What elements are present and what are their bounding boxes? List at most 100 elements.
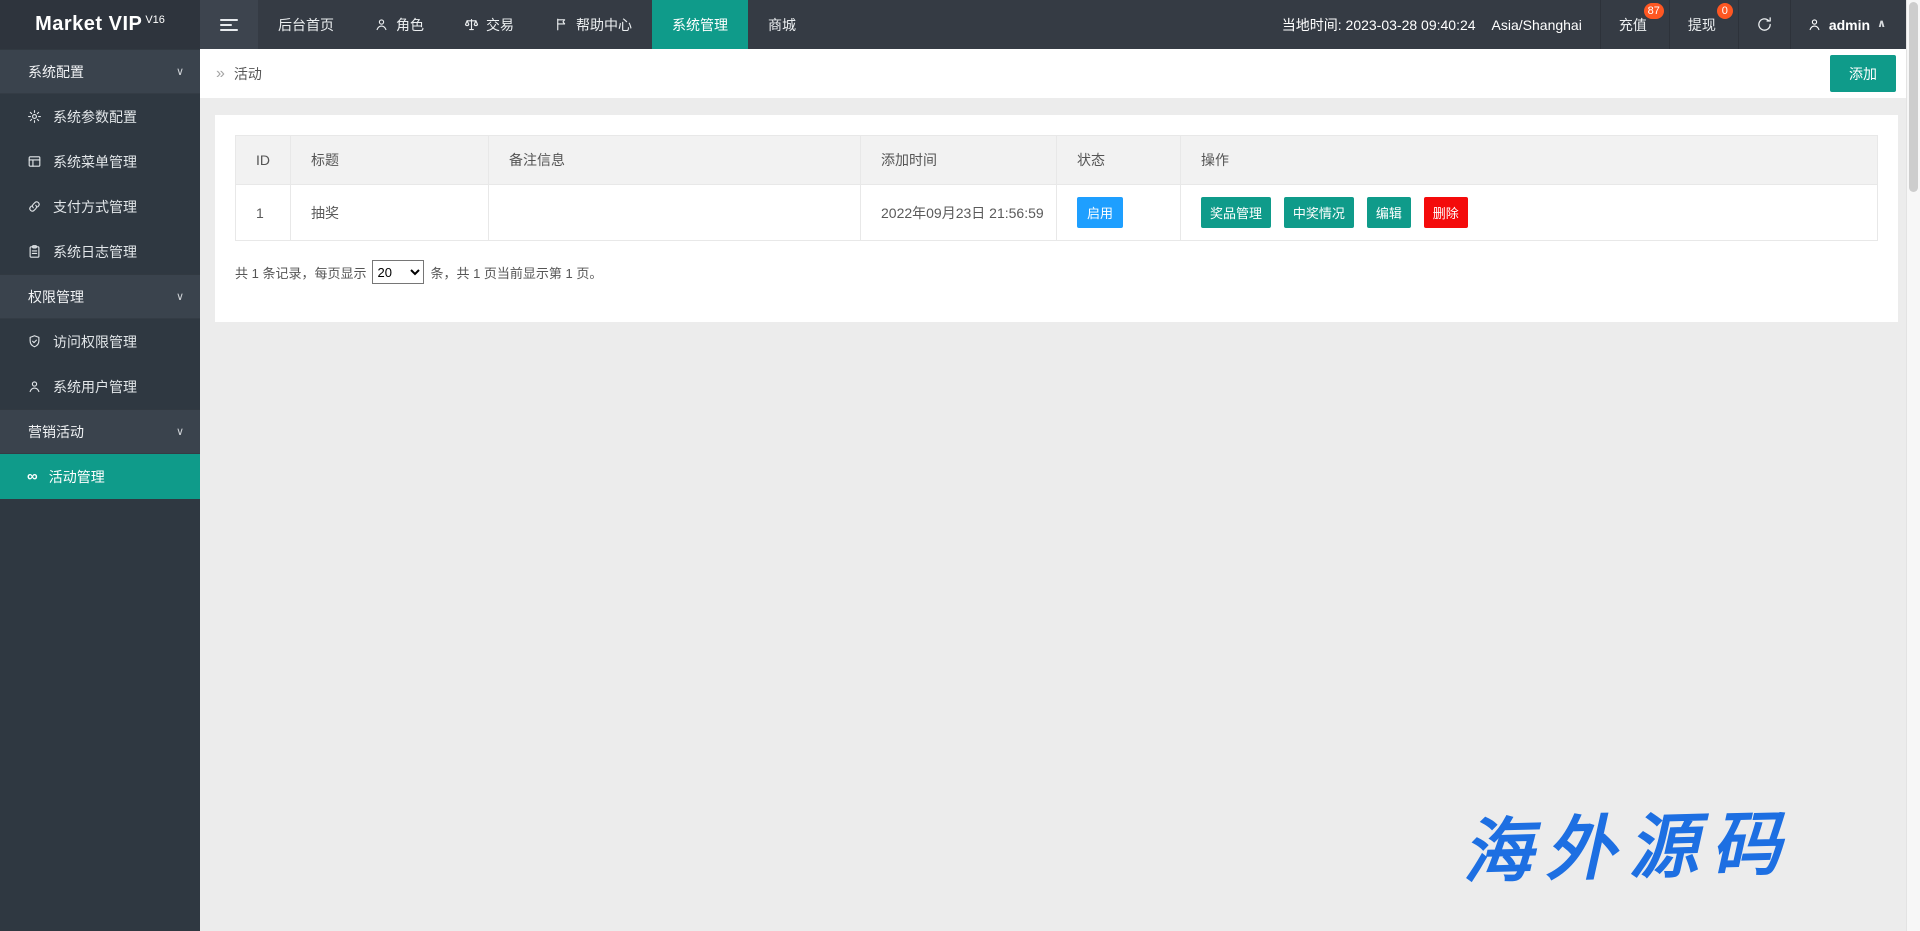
col-header-remark: 备注信息 [489, 136, 861, 185]
main-content: » 活动 添加 ID 标题 备注信息 添加时间 状态 操作 [200, 49, 1906, 322]
sidebar-item-activity-management[interactable]: ∞ 活动管理 [0, 454, 200, 499]
top-navbar: Market VIP V16 后台首页 角色 交易 帮助中心 系统管理 商城 当… [0, 0, 1906, 49]
chevron-up-icon: ∧ [1877, 19, 1886, 30]
shield-check-icon [27, 334, 42, 349]
nav-item-label: 商城 [768, 15, 796, 35]
user-icon [1807, 17, 1822, 32]
sidebar-item-label: 支付方式管理 [53, 197, 137, 217]
sidebar-collapse-button[interactable] [200, 0, 258, 49]
breadcrumb-label: 活动 [234, 64, 262, 84]
sidebar-item-label: 系统日志管理 [53, 242, 137, 262]
nav-item-dashboard[interactable]: 后台首页 [258, 0, 354, 49]
winning-status-button[interactable]: 中奖情况 [1284, 197, 1354, 228]
sidebar-item-label: 系统用户管理 [53, 377, 137, 397]
recharge-button[interactable]: 充值 87 [1600, 0, 1669, 49]
pagination-prefix: 共 1 条记录，每页显示 [235, 263, 366, 282]
pagination: 共 1 条记录，每页显示 20 条，共 1 页当前显示第 1 页。 [235, 260, 1878, 284]
withdraw-button[interactable]: 提现 0 [1669, 0, 1738, 49]
app-title: Market VIP [35, 13, 142, 36]
username: admin [1829, 17, 1870, 33]
add-button[interactable]: 添加 [1830, 55, 1896, 92]
refresh-button[interactable] [1738, 0, 1790, 49]
cell-added-time: 2022年09月23日 21:56:59 [861, 185, 1057, 241]
user-menu[interactable]: admin ∧ [1790, 0, 1906, 49]
nav-item-trade[interactable]: 交易 [444, 0, 534, 49]
cell-actions: 奖品管理 中奖情况 编辑 删除 [1181, 185, 1878, 241]
local-time-text: 当地时间: 2023-03-28 09:40:24 [1282, 15, 1476, 35]
sidebar-item-system-logs[interactable]: 系统日志管理 [0, 229, 200, 274]
sidebar-item-system-params[interactable]: 系统参数配置 [0, 94, 200, 139]
chevron-down-icon: ∨ [176, 427, 184, 438]
nav-item-mall[interactable]: 商城 [748, 0, 816, 49]
recharge-label: 充值 [1619, 15, 1647, 35]
delete-button[interactable]: 删除 [1424, 197, 1468, 228]
scales-icon [464, 17, 479, 32]
local-time: 当地时间: 2023-03-28 09:40:24 Asia/Shanghai [1264, 0, 1600, 49]
withdraw-label: 提现 [1688, 15, 1716, 35]
nav-item-label: 角色 [396, 15, 424, 35]
sidebar-item-system-menu[interactable]: 系统菜单管理 [0, 139, 200, 184]
nav-item-label: 帮助中心 [576, 15, 632, 35]
edit-button[interactable]: 编辑 [1367, 197, 1411, 228]
prize-management-button[interactable]: 奖品管理 [1201, 197, 1271, 228]
nav-item-label: 后台首页 [278, 15, 334, 35]
sidebar-group-label: 权限管理 [28, 289, 84, 305]
sidebar: 系统配置 ∨ 系统参数配置 系统菜单管理 支付方式管理 系统日志管理 权限管理 … [0, 49, 200, 931]
refresh-icon [1756, 16, 1773, 33]
sidebar-group-permissions[interactable]: 权限管理 ∨ [0, 274, 200, 319]
sidebar-item-payment-methods[interactable]: 支付方式管理 [0, 184, 200, 229]
link-icon [27, 199, 42, 214]
withdraw-count-badge: 0 [1717, 3, 1733, 19]
person-icon [374, 17, 389, 32]
cell-id: 1 [236, 185, 291, 241]
sidebar-item-label: 访问权限管理 [53, 332, 137, 352]
person-icon [27, 379, 42, 394]
col-header-added-time: 添加时间 [861, 136, 1057, 185]
page-scrollbar-thumb[interactable] [1909, 2, 1918, 192]
activity-table: ID 标题 备注信息 添加时间 状态 操作 1 抽奖 2022年09月23日 2… [235, 135, 1878, 241]
sidebar-group-marketing[interactable]: 营销活动 ∨ [0, 409, 200, 454]
app-logo: Market VIP V16 [0, 0, 200, 49]
sidebar-item-label: 系统菜单管理 [53, 152, 137, 172]
col-header-id: ID [236, 136, 291, 185]
breadcrumb-bar: » 活动 添加 [200, 49, 1906, 98]
sidebar-item-label: 活动管理 [49, 467, 105, 487]
nav-item-label: 交易 [486, 15, 514, 35]
hamburger-icon [220, 16, 238, 34]
chevron-down-icon: ∨ [176, 67, 184, 78]
table-header-row: ID 标题 备注信息 添加时间 状态 操作 [236, 136, 1878, 185]
status-toggle-button[interactable]: 启用 [1077, 197, 1123, 228]
navbar-right: 当地时间: 2023-03-28 09:40:24 Asia/Shanghai … [1264, 0, 1906, 49]
sidebar-item-label: 系统参数配置 [53, 107, 137, 127]
app-version: V16 [145, 14, 165, 26]
gear-icon [27, 109, 42, 124]
recharge-count-badge: 87 [1644, 3, 1664, 19]
nav-item-help-center[interactable]: 帮助中心 [534, 0, 652, 49]
flag-icon [554, 17, 569, 32]
activity-table-card: ID 标题 备注信息 添加时间 状态 操作 1 抽奖 2022年09月23日 2… [215, 115, 1898, 322]
sidebar-item-system-users[interactable]: 系统用户管理 [0, 364, 200, 409]
nav-item-system-management[interactable]: 系统管理 [652, 0, 748, 49]
timezone-text: Asia/Shanghai [1492, 17, 1582, 33]
sidebar-group-label: 营销活动 [28, 424, 84, 440]
cell-title: 抽奖 [291, 185, 489, 241]
page-scrollbar-track [1906, 0, 1920, 931]
breadcrumb-arrow-icon: » [216, 65, 225, 83]
col-header-actions: 操作 [1181, 136, 1878, 185]
sidebar-group-label: 系统配置 [28, 64, 84, 80]
watermark-text: 海外源码 [1461, 788, 1796, 898]
col-header-status: 状态 [1057, 136, 1181, 185]
chevron-down-icon: ∨ [176, 292, 184, 303]
cell-status: 启用 [1057, 185, 1181, 241]
window-icon [27, 154, 42, 169]
nav-item-roles[interactable]: 角色 [354, 0, 444, 49]
col-header-title: 标题 [291, 136, 489, 185]
cell-remark [489, 185, 861, 241]
clipboard-icon [27, 244, 42, 259]
nav-item-label: 系统管理 [672, 15, 728, 35]
infinity-icon: ∞ [27, 469, 38, 484]
page-size-select[interactable]: 20 [372, 260, 424, 284]
sidebar-item-access-permissions[interactable]: 访问权限管理 [0, 319, 200, 364]
sidebar-group-system-config[interactable]: 系统配置 ∨ [0, 49, 200, 94]
pagination-suffix: 条，共 1 页当前显示第 1 页。 [430, 263, 602, 282]
